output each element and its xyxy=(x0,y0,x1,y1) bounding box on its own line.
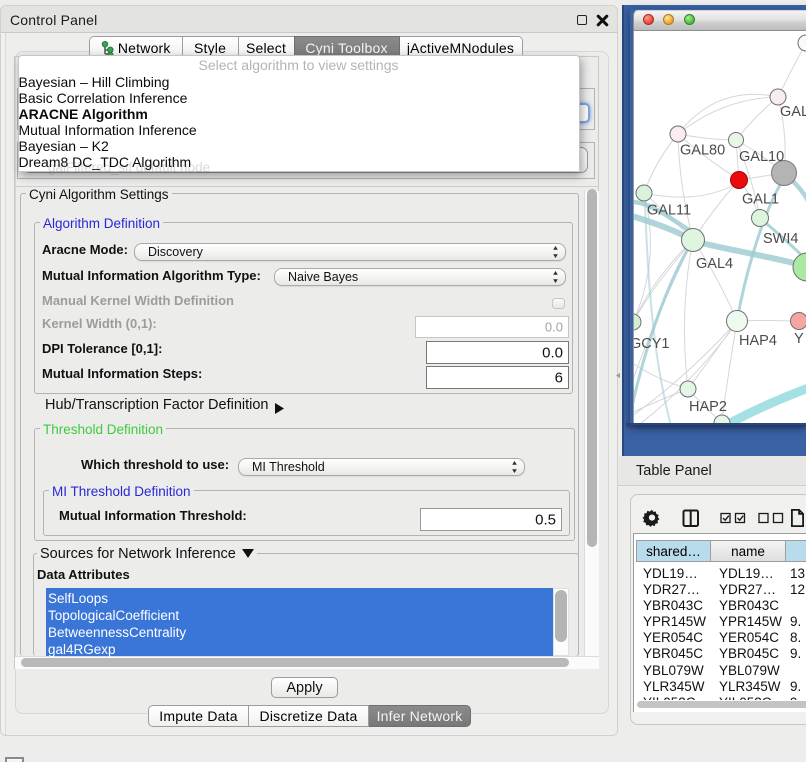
svg-text:HAP2: HAP2 xyxy=(689,399,727,415)
svg-text:GAL1: GAL1 xyxy=(742,192,779,208)
svg-text:GCY1: GCY1 xyxy=(634,336,670,352)
svg-text:GAL80: GAL80 xyxy=(680,143,725,159)
svg-text:HAP4: HAP4 xyxy=(739,333,777,349)
svg-text:SWI4: SWI4 xyxy=(763,231,798,247)
svg-text:GAL10: GAL10 xyxy=(739,149,784,165)
svg-text:GAL4: GAL4 xyxy=(696,256,733,272)
svg-text:GAL80: GAL80 xyxy=(780,104,806,120)
svg-text:GAL11: GAL11 xyxy=(647,203,691,219)
svg-text:Y: Y xyxy=(794,331,804,347)
